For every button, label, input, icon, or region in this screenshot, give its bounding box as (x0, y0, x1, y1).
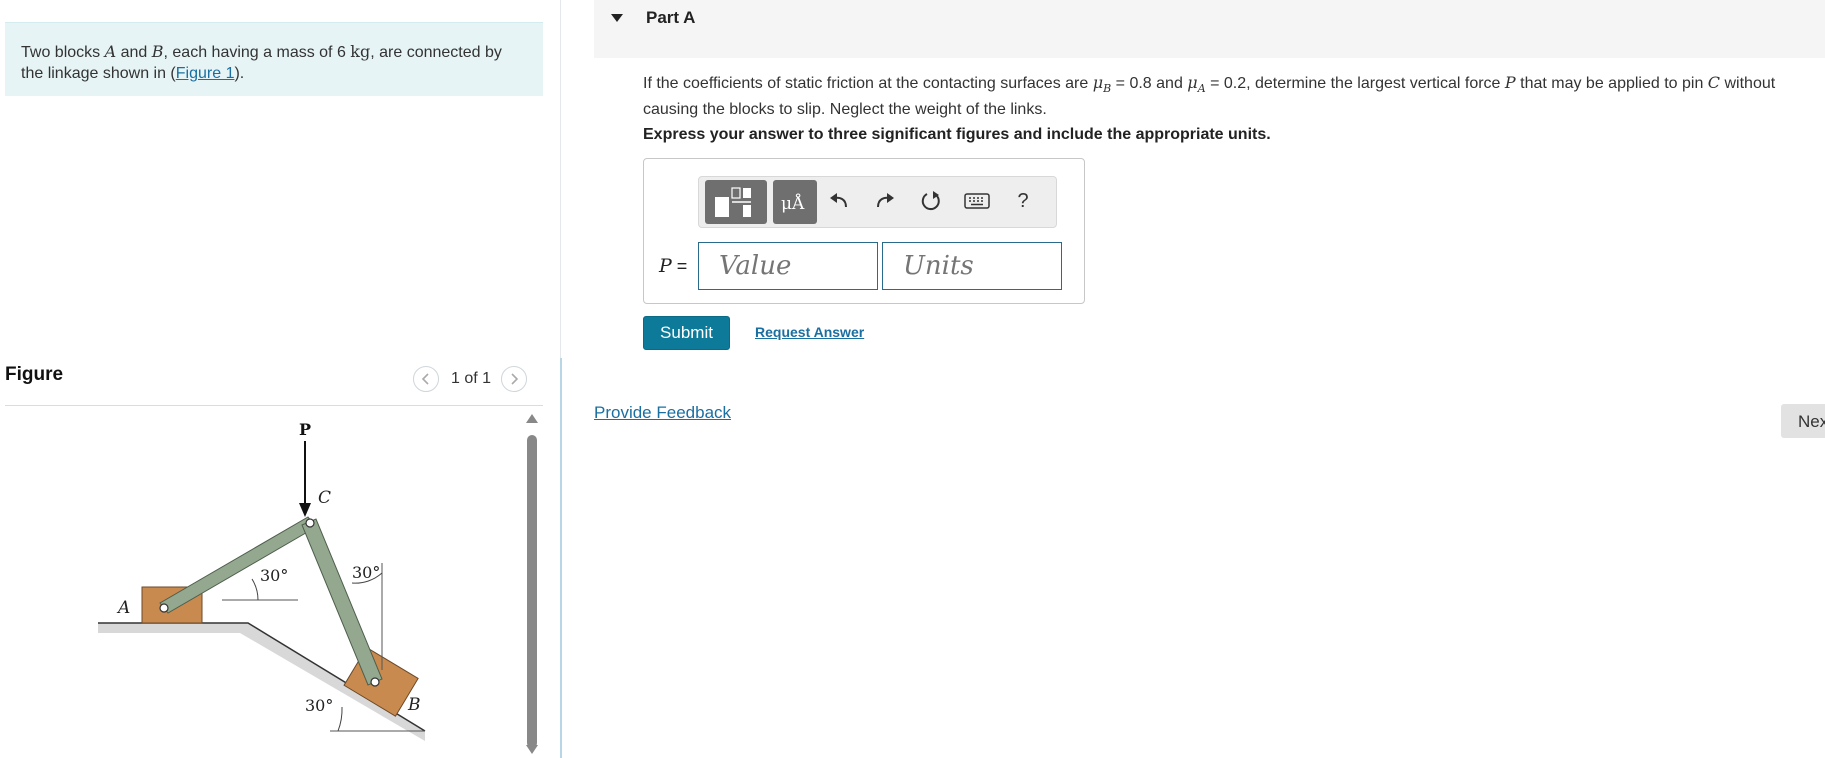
angle-label-b: 30° (305, 696, 333, 715)
keyboard-button[interactable] (963, 187, 991, 215)
var-a: A (104, 42, 117, 61)
label-a: A (116, 598, 130, 618)
ground-hatch (98, 623, 248, 633)
answer-box: μÅ ? P = (643, 158, 1085, 304)
submit-button[interactable]: Submit (643, 316, 730, 350)
intro-text: and (116, 44, 152, 61)
angle-label-c: 30° (352, 563, 380, 582)
scroll-down-icon[interactable] (526, 745, 538, 754)
request-answer-link[interactable]: Request Answer (755, 324, 864, 340)
answer-instruction: Express your answer to three significant… (643, 126, 1271, 143)
part-title: Part A (646, 8, 696, 27)
pin-b (370, 677, 380, 687)
figure-divider (5, 405, 543, 406)
force-p-arrowhead (299, 503, 311, 517)
reset-icon (921, 191, 940, 211)
redo-icon (877, 193, 894, 208)
intro-text: ). (234, 65, 245, 82)
undo-icon (830, 193, 847, 208)
figure-pager: 1 of 1 (413, 366, 528, 392)
mu-a: μA (1187, 73, 1206, 96)
var-c: C (1707, 73, 1721, 92)
help-button[interactable]: ? (1009, 187, 1037, 215)
help-icon: ? (1017, 189, 1029, 212)
unit-kg: kg (350, 42, 371, 61)
math-toolbar: μÅ ? (698, 176, 1057, 228)
pin-c (305, 518, 315, 528)
label-p: P (299, 420, 311, 439)
linkage-figure: 30° A B 30° 30° P C (98, 420, 426, 741)
answer-variable-label: P = (659, 255, 688, 277)
var-b: B (151, 42, 164, 61)
templates-button[interactable] (705, 180, 767, 224)
chevron-right-icon (511, 373, 519, 385)
chevron-left-icon (421, 373, 429, 385)
units-button[interactable]: μÅ (773, 180, 817, 224)
angle-label-a: 30° (260, 566, 288, 585)
units-button-label: μÅ (781, 194, 805, 214)
label-b: B (407, 695, 421, 715)
figure-page-indicator: 1 of 1 (451, 370, 492, 387)
provide-feedback-link[interactable]: Provide Feedback (594, 403, 731, 423)
scroll-up-icon[interactable] (526, 414, 538, 423)
next-figure-button[interactable] (501, 366, 528, 392)
pane-divider (560, 0, 561, 358)
mu-b: μB (1092, 73, 1112, 96)
pane-resize-handle[interactable] (560, 358, 562, 758)
var-p: P (1504, 73, 1516, 92)
label-c: C (318, 488, 331, 508)
scroll-thumb[interactable] (527, 435, 537, 748)
keyboard-icon (964, 193, 990, 209)
redo-button[interactable] (871, 187, 899, 215)
link-cb (301, 518, 383, 686)
angle-arc-b (337, 706, 343, 732)
undo-button[interactable] (825, 187, 853, 215)
prev-figure-button[interactable] (413, 366, 439, 392)
question-text: If the coefficients of static friction a… (643, 73, 1776, 119)
part-header[interactable]: Part A (594, 0, 1825, 58)
value-input[interactable] (698, 242, 878, 290)
problem-intro: Two blocks A and B, each having a mass o… (5, 22, 543, 96)
templates-icon (715, 187, 751, 217)
figure-heading: Figure (5, 364, 64, 385)
pin-a (159, 603, 169, 613)
next-button[interactable]: Nex (1781, 404, 1825, 438)
collapse-caret-icon[interactable] (611, 14, 623, 22)
figure-link[interactable]: Figure 1 (176, 65, 235, 82)
figure-scrollbar[interactable] (524, 414, 540, 758)
left-pane: Two blocks A and B, each having a mass o… (0, 0, 560, 758)
reset-button[interactable] (917, 187, 945, 215)
link-ac (159, 516, 317, 614)
angle-arc-a (251, 578, 259, 601)
intro-text: Two blocks (21, 44, 105, 61)
intro-text: , each having a mass of 6 (163, 44, 351, 61)
units-input[interactable] (882, 242, 1062, 290)
